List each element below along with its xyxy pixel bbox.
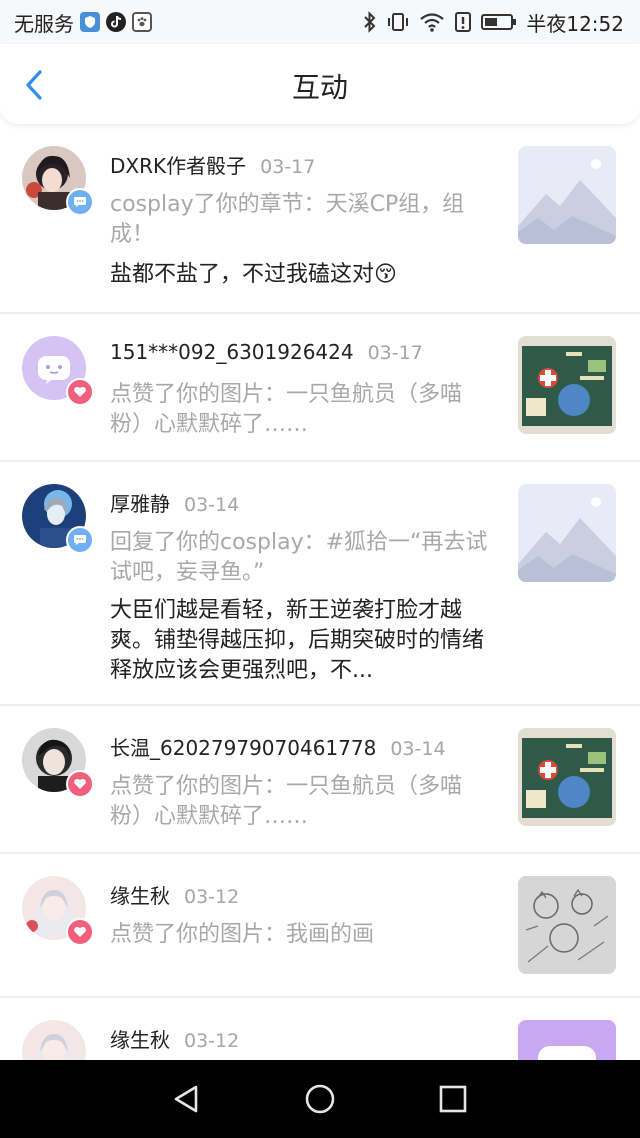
item-date: 03-12 bbox=[184, 886, 240, 908]
item-header: 长温_62027979070461778 03-14 bbox=[110, 732, 446, 761]
item-header: 厚雅静 03-14 bbox=[110, 488, 239, 517]
item-date: 03-14 bbox=[184, 494, 240, 516]
nav-home-button[interactable] bbox=[300, 1079, 340, 1119]
list-item[interactable]: 厚雅静 03-14 回复了你的cosplay：#狐拾一“再去试试吧，妄寻鱼。” 大… bbox=[0, 462, 640, 706]
user-name[interactable]: DXRK作者骰子 bbox=[110, 154, 246, 178]
page-title: 互动 bbox=[291, 71, 348, 104]
item-content: 大臣们越是看轻，新王逆袭打脸才越爽。铺垫得越压抑，后期突破时的情绪释放应该会更强… bbox=[110, 598, 485, 683]
thumbnail-image[interactable] bbox=[518, 728, 616, 826]
bluetooth-icon bbox=[364, 11, 376, 33]
nav-back-button[interactable] bbox=[167, 1079, 207, 1119]
like-badge-icon bbox=[66, 378, 94, 406]
system-nav-bar bbox=[0, 1060, 640, 1138]
item-header: DXRK作者骰子 03-17 bbox=[110, 150, 315, 179]
item-action: 点赞了你的图片：一只鱼航员（多喵粉）心默默碎了…… bbox=[110, 382, 463, 437]
shield-app-icon bbox=[80, 12, 100, 32]
list-item[interactable]: DXRK作者骰子 03-17 cosplay了你的章节：天溪CP组，组成！ 盐都不… bbox=[0, 124, 640, 314]
thumbnail-image[interactable] bbox=[518, 336, 616, 434]
item-content: 盐都不盐了，不过我磕这对😚 bbox=[110, 262, 397, 287]
item-header: 缘生秋 03-12 bbox=[110, 1024, 239, 1053]
list-item[interactable]: 缘生秋 03-12 点赞了你的图片：我画的画 bbox=[0, 854, 640, 998]
item-action: 回复了你的cosplay：#狐拾一“再去试试吧，妄寻鱼。” bbox=[110, 530, 488, 585]
item-action: cosplay了你的章节：天溪CP组，组成！ bbox=[110, 192, 465, 247]
thumbnail-sketch[interactable] bbox=[518, 876, 616, 974]
list-item[interactable]: 151***092_6301926424 03-17 点赞了你的图片：一只鱼航员（… bbox=[0, 314, 640, 462]
item-action: 点赞了你的图片：我画的画 bbox=[110, 922, 375, 947]
thumbnail-placeholder[interactable] bbox=[518, 484, 616, 582]
status-left: 无服务 bbox=[14, 8, 152, 37]
item-date: 03-14 bbox=[390, 738, 446, 760]
user-name[interactable]: 缘生秋 bbox=[110, 884, 170, 908]
item-date: 03-12 bbox=[184, 1030, 240, 1052]
item-action: 点赞了你的图片：一只鱼航员（多喵粉）心默默碎了…… bbox=[110, 774, 463, 829]
square-recents-icon bbox=[440, 1085, 467, 1113]
item-header: 151***092_6301926424 03-17 bbox=[110, 340, 423, 364]
user-name[interactable]: 151***092_6301926424 bbox=[110, 340, 354, 364]
page-header: 互动 bbox=[0, 44, 640, 124]
like-badge-icon bbox=[66, 918, 94, 946]
thumbnail-placeholder[interactable] bbox=[518, 146, 616, 244]
like-badge-icon bbox=[66, 770, 94, 798]
clock-text: 半夜12:52 bbox=[526, 11, 624, 36]
user-name[interactable]: 厚雅静 bbox=[110, 492, 170, 516]
thumbnail-purple[interactable] bbox=[518, 1020, 616, 1060]
comment-badge-icon bbox=[66, 526, 94, 554]
list-item[interactable]: 长温_62027979070461778 03-14 点赞了你的图片：一只鱼航员（… bbox=[0, 706, 640, 854]
user-name[interactable]: 长温_62027979070461778 bbox=[110, 736, 376, 760]
item-date: 03-17 bbox=[367, 342, 423, 364]
item-header: 缘生秋 03-12 bbox=[110, 880, 239, 909]
battery-icon bbox=[481, 14, 517, 30]
avatar[interactable] bbox=[22, 1020, 86, 1060]
vibrate-icon bbox=[388, 13, 409, 31]
alert-icon bbox=[455, 12, 472, 32]
comment-badge-icon bbox=[66, 188, 94, 216]
user-name[interactable]: 缘生秋 bbox=[110, 1028, 170, 1052]
paw-app-icon bbox=[132, 12, 152, 32]
item-date: 03-17 bbox=[260, 156, 316, 178]
carrier-text: 无服务 bbox=[14, 11, 74, 36]
nav-recents-button[interactable] bbox=[433, 1079, 473, 1119]
status-right: 半夜12:52 bbox=[363, 8, 624, 37]
circle-home-icon bbox=[305, 1084, 335, 1114]
tiktok-icon bbox=[106, 12, 126, 32]
wifi-icon bbox=[420, 13, 445, 32]
status-bar: 无服务 半夜12:52 bbox=[0, 0, 640, 44]
list-item[interactable]: 缘生秋 03-12 bbox=[0, 998, 640, 1060]
triangle-back-icon bbox=[174, 1085, 197, 1113]
interaction-list: DXRK作者骰子 03-17 cosplay了你的章节：天溪CP组，组成！ 盐都不… bbox=[0, 124, 640, 1060]
